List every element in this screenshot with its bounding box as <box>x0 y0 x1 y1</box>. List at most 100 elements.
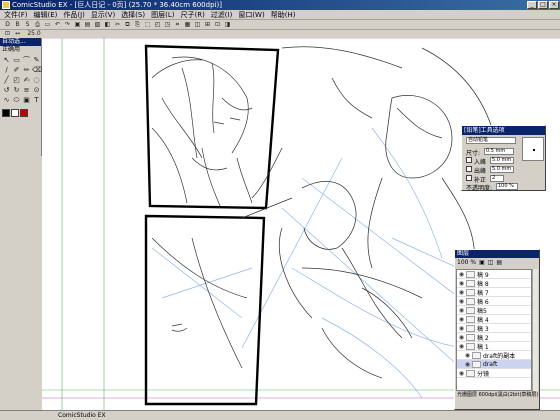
toolbar-button[interactable]: ◳ <box>163 20 172 29</box>
toolbar-button[interactable]: ▤ <box>83 20 92 29</box>
eye-icon[interactable]: ◉ <box>457 370 466 377</box>
menu-view[interactable]: 显示(V) <box>91 10 115 19</box>
toolbar-button[interactable]: ◰ <box>153 20 162 29</box>
tool-button[interactable]: ↻ <box>12 86 21 95</box>
layer-row[interactable]: ◉ 稿 7 <box>457 288 531 297</box>
toolbar-button[interactable]: ▦ <box>183 20 192 29</box>
tool-button[interactable]: ↖ <box>2 56 11 65</box>
eye-icon[interactable]: ◉ <box>457 316 466 323</box>
tool-button[interactable]: ◰ <box>12 76 21 85</box>
toolbar2-item[interactable]: ⊡ <box>3 30 12 37</box>
eye-icon[interactable]: ◉ <box>457 271 466 278</box>
toolbar-button[interactable]: ⎙ <box>33 20 42 29</box>
menu-work[interactable]: 作品(J) <box>63 10 85 19</box>
toolbar2-item[interactable] <box>86 30 95 37</box>
maximize-button[interactable]: □ <box>538 1 548 9</box>
toolbar-button[interactable]: ⧉ <box>123 20 132 29</box>
layer-opacity[interactable]: 100 % <box>457 258 476 267</box>
layer-row[interactable]: ◉ 稿 9 <box>457 270 531 279</box>
tool-button[interactable]: ╱ <box>2 76 11 85</box>
tool-button[interactable]: ✏ <box>22 66 31 75</box>
correct-field[interactable]: 2 <box>490 175 504 182</box>
tool-button[interactable]: ↺ <box>2 86 11 95</box>
out-checkbox[interactable] <box>466 166 472 172</box>
toolbar-button[interactable]: ⌗ <box>173 20 182 29</box>
layer-scrollbar[interactable] <box>532 269 538 391</box>
toolbar-button[interactable]: ⎘ <box>133 20 142 29</box>
tool-button[interactable]: ▭ <box>12 56 21 65</box>
eye-icon[interactable]: ◉ <box>457 280 466 287</box>
tool-button[interactable]: ∕ <box>2 66 11 75</box>
layer-row[interactable]: ◉ 稿 4 <box>457 315 531 324</box>
toolbar-button[interactable]: ↶ <box>53 20 62 29</box>
toolbar2-item[interactable] <box>46 30 55 37</box>
toolbar-button[interactable]: ⬚ <box>143 20 152 29</box>
tool-button[interactable]: ◌ <box>32 76 41 85</box>
toolbar-button[interactable]: S <box>23 20 32 29</box>
eye-icon[interactable]: ◉ <box>457 307 466 314</box>
tool-button[interactable]: ▣ <box>22 96 31 105</box>
tool-button[interactable]: ⊙ <box>32 86 41 95</box>
menu-layer[interactable]: 图层(L) <box>151 10 174 19</box>
tool-button[interactable]: ✐ <box>12 66 21 75</box>
eye-icon[interactable]: ◉ <box>457 343 466 350</box>
layer-tool-icon[interactable]: ▣ <box>479 258 485 267</box>
toolbar-button[interactable]: ⊡ <box>213 20 222 29</box>
layer-row[interactable]: ◉ 稿 8 <box>457 279 531 288</box>
toolbar2-item[interactable]: ↔ <box>13 30 22 37</box>
toolbar-button[interactable]: D <box>3 20 12 29</box>
eye-icon[interactable]: ◉ <box>457 298 466 305</box>
tool-button[interactable]: ≡ <box>22 86 31 95</box>
tool-button[interactable]: ✍ <box>22 76 31 85</box>
layer-row[interactable]: ◉ draft <box>457 360 531 369</box>
layer-row[interactable]: ◉ draft的副本 <box>457 351 531 360</box>
layer-row[interactable]: ◉ 稿 3 <box>457 324 531 333</box>
tool-button[interactable]: ✎ <box>32 56 41 65</box>
minimize-button[interactable]: _ <box>527 1 537 9</box>
eye-icon[interactable]: ◉ <box>463 361 472 368</box>
tool-button[interactable]: ⌒ <box>22 56 31 65</box>
tool-button[interactable]: ⬭ <box>12 96 21 105</box>
layer-row[interactable]: ◉ 分镜 <box>457 369 531 378</box>
toolbar-button[interactable]: ◫ <box>193 20 202 29</box>
color-swatch[interactable] <box>20 109 28 117</box>
menu-ruler[interactable]: 尺子(R) <box>180 10 204 19</box>
layer-tool-icon[interactable]: ▤ <box>496 258 502 267</box>
eye-icon[interactable]: ◉ <box>457 334 466 341</box>
toolbar-button[interactable]: ▧ <box>93 20 102 29</box>
menu-window[interactable]: 窗口(W) <box>238 10 264 19</box>
menu-file[interactable]: 文件(F) <box>4 10 28 19</box>
toolbar-button[interactable]: ⊞ <box>203 20 212 29</box>
tool-button[interactable]: ∿ <box>2 96 11 105</box>
menu-filter[interactable]: 过滤(I) <box>211 10 233 19</box>
size-field[interactable]: 0.5 mm <box>484 148 514 155</box>
in-field[interactable]: 5.0 mm <box>490 157 514 164</box>
toolbar2-item[interactable] <box>56 30 65 37</box>
layer-row[interactable]: ◉ 稿5 <box>457 306 531 315</box>
toolbar-button[interactable]: ◨ <box>223 20 232 29</box>
toolbar2-item[interactable] <box>66 30 75 37</box>
eye-icon[interactable]: ◉ <box>463 352 472 359</box>
eye-icon[interactable]: ◉ <box>457 289 466 296</box>
layer-row[interactable]: ◉ 稿 2 <box>457 333 531 342</box>
color-swatch[interactable] <box>2 109 10 117</box>
correct-checkbox[interactable] <box>466 175 472 181</box>
toolbar-button[interactable]: ✂ <box>113 20 122 29</box>
in-checkbox[interactable] <box>466 157 472 163</box>
out-field[interactable]: 5.0 mm <box>490 166 514 173</box>
toolbar-button[interactable]: ▭ <box>43 20 52 29</box>
toolbar2-item[interactable] <box>96 30 105 37</box>
layer-row[interactable]: ◉ 稿 6 <box>457 297 531 306</box>
toolbar-button[interactable]: B <box>13 20 22 29</box>
pencil-preset-select[interactable]: 自动铅笔 <box>466 137 516 144</box>
toolbar2-item[interactable]: 25.0 <box>23 30 45 37</box>
menu-edit[interactable]: 编辑(E) <box>34 10 58 19</box>
toolbar-button[interactable]: ↷ <box>63 20 72 29</box>
tool-button[interactable]: ⌫ <box>32 66 42 75</box>
opacity-field[interactable]: 100 % <box>496 183 518 190</box>
toolbar-button[interactable]: ◧ <box>103 20 112 29</box>
close-button[interactable]: × <box>549 1 559 9</box>
toolbar2-item[interactable] <box>76 30 85 37</box>
color-swatch[interactable] <box>11 109 19 117</box>
menu-help[interactable]: 帮助(H) <box>271 10 296 19</box>
